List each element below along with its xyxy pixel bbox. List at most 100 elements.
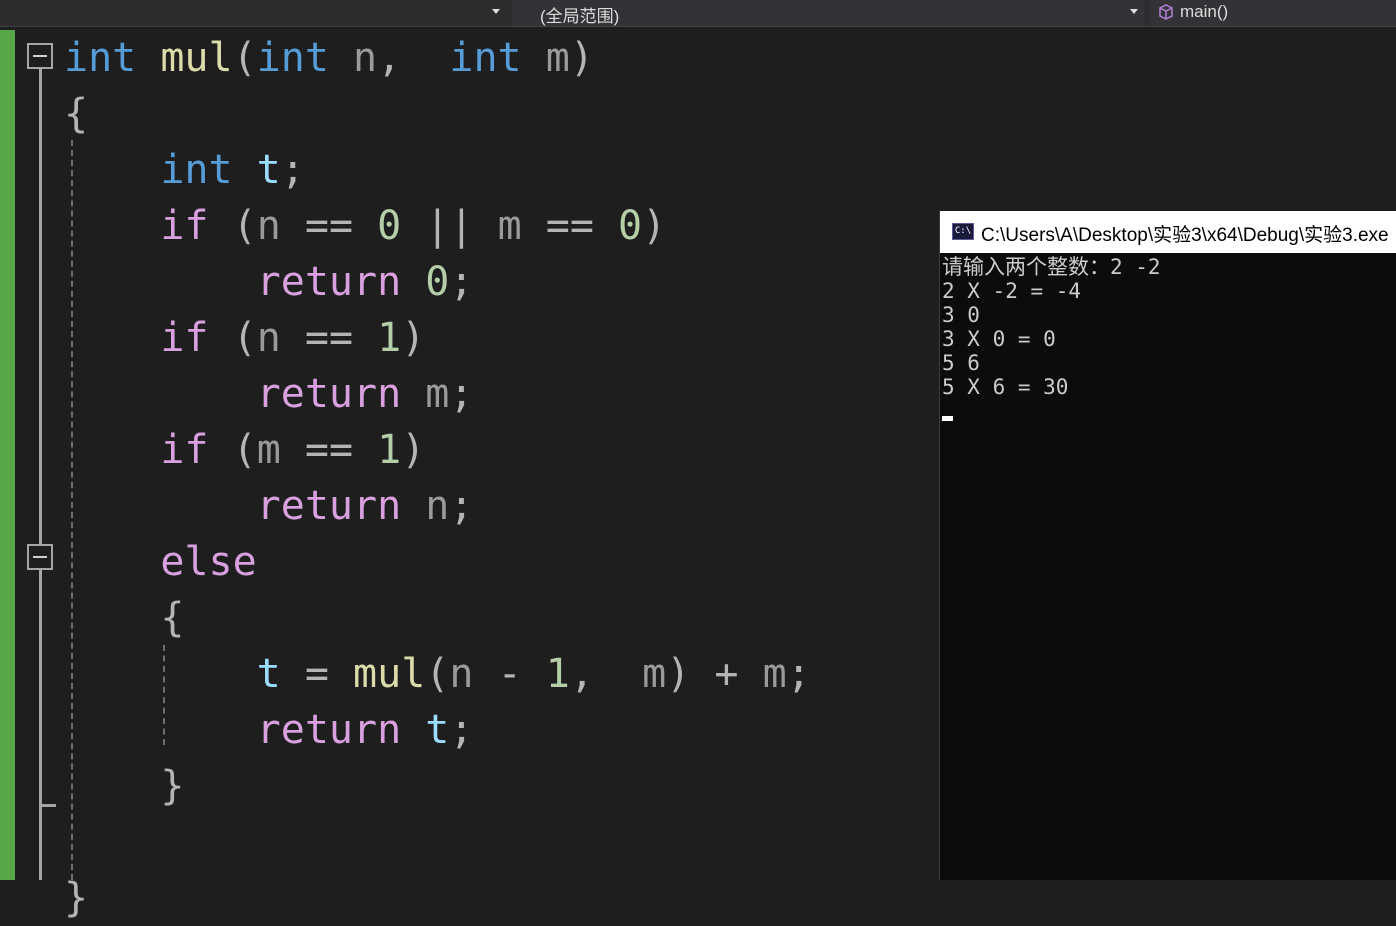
- code-token: m: [425, 371, 450, 417]
- console-window[interactable]: C:\ C:\Users\A\Desktop\实验3\x64\Debug\实验3…: [939, 211, 1396, 880]
- console-output: 请输入两个整数：2 -2 2 X -2 = -4 3 0 3 X 0 = 0 5…: [942, 255, 1392, 399]
- console-line: 5 X 6 = 30: [942, 375, 1069, 399]
- code-token: if: [160, 427, 209, 473]
- code-line[interactable]: t = mul(n - 1, m) + m;: [64, 646, 811, 702]
- code-line[interactable]: if (m == 1): [64, 422, 425, 478]
- code-token: ): [666, 651, 691, 697]
- code-token: m: [256, 427, 281, 473]
- change-tracking-bar: [0, 30, 15, 880]
- member-dropdown[interactable]: main(): [1150, 0, 1396, 26]
- code-token: if: [160, 315, 209, 361]
- code-line[interactable]: return 0;: [64, 254, 474, 310]
- code-token: return: [256, 371, 402, 417]
- code-token: {: [160, 595, 185, 641]
- project-dropdown[interactable]: [0, 0, 506, 26]
- code-line[interactable]: if (n == 0 || m == 0): [64, 198, 666, 254]
- code-line[interactable]: {: [64, 590, 184, 646]
- console-line: 2 X -2 = -4: [942, 279, 1082, 303]
- code-line[interactable]: int t;: [64, 142, 305, 198]
- console-title-bar[interactable]: C:\ C:\Users\A\Desktop\实验3\x64\Debug\实验3…: [940, 211, 1396, 253]
- outline-end-marker: [39, 804, 56, 807]
- code-line[interactable]: return t;: [64, 702, 474, 758]
- code-token: mul: [160, 35, 233, 81]
- code-token: ||: [425, 203, 474, 249]
- code-line[interactable]: }: [64, 758, 184, 814]
- collapse-icon[interactable]: [27, 544, 53, 570]
- scope-dropdown[interactable]: (全局范围): [512, 0, 1144, 26]
- code-token: }: [64, 875, 89, 921]
- code-line[interactable]: return n;: [64, 478, 474, 534]
- code-token: t: [256, 147, 281, 193]
- console-cursor: [942, 416, 953, 421]
- code-token: ==: [545, 203, 594, 249]
- code-token: {: [64, 91, 89, 137]
- code-token: (: [232, 35, 257, 81]
- code-token: t: [425, 707, 450, 753]
- code-token: ): [401, 427, 426, 473]
- code-line[interactable]: return m;: [64, 366, 474, 422]
- code-token: 0: [377, 203, 402, 249]
- console-title: C:\Users\A\Desktop\实验3\x64\Debug\实验3.exe: [981, 225, 1389, 246]
- code-token: int: [64, 35, 137, 81]
- console-app-icon: C:\: [952, 223, 974, 240]
- code-token: 1: [545, 651, 570, 697]
- code-token: ): [642, 203, 667, 249]
- code-token: else: [160, 539, 257, 585]
- code-token: int: [160, 147, 233, 193]
- chevron-down-icon[interactable]: [492, 9, 500, 14]
- code-line[interactable]: else: [64, 534, 257, 590]
- code-token: n: [353, 35, 378, 81]
- code-token: t: [256, 651, 281, 697]
- code-token: ==: [304, 203, 354, 249]
- method-cube-icon: [1159, 4, 1173, 20]
- code-line[interactable]: }: [64, 870, 88, 926]
- code-token: -: [497, 651, 522, 697]
- code-line[interactable]: {: [64, 86, 88, 142]
- console-line: 请输入两个整数：2 -2: [942, 255, 1161, 279]
- code-line[interactable]: if (n == 1): [64, 310, 425, 366]
- code-token: ,: [569, 651, 594, 697]
- code-token: return: [256, 259, 402, 305]
- code-line[interactable]: int mul(int n, int m): [64, 30, 594, 86]
- console-line: 3 0: [942, 303, 980, 327]
- code-token: ): [401, 315, 426, 361]
- code-token: (: [232, 203, 257, 249]
- code-token: 1: [377, 315, 402, 361]
- code-token: ): [569, 35, 594, 81]
- code-token: int: [256, 35, 329, 81]
- code-token: =: [304, 651, 329, 697]
- code-token: int: [449, 35, 522, 81]
- collapse-icon[interactable]: [27, 43, 53, 69]
- code-token: n: [256, 203, 281, 249]
- code-token: 1: [377, 427, 402, 473]
- code-token: ==: [304, 427, 354, 473]
- code-token: ;: [449, 371, 474, 417]
- code-token: m: [545, 35, 570, 81]
- chevron-down-icon[interactable]: [1130, 9, 1138, 14]
- code-token: if: [160, 203, 209, 249]
